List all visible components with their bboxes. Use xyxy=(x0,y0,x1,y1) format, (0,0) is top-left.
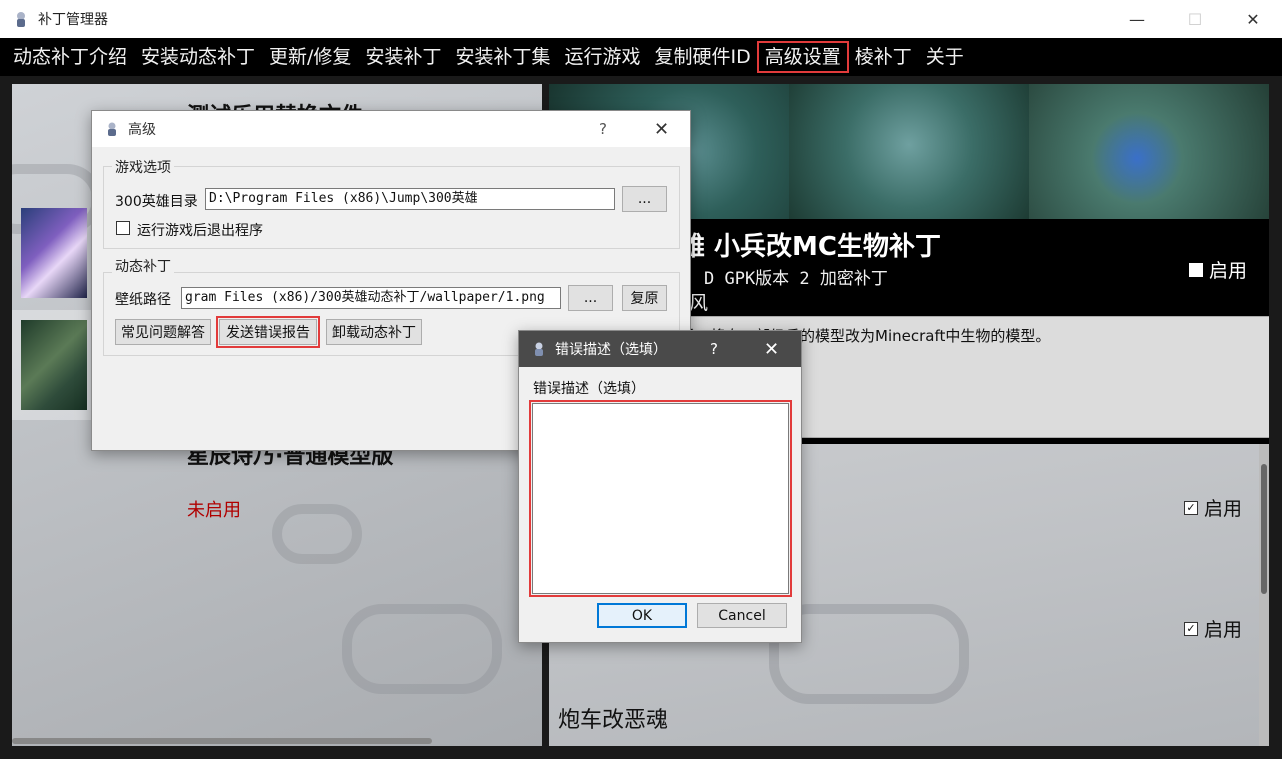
browse-wallpaper-button[interactable]: ... xyxy=(568,285,613,311)
error-description-textarea[interactable] xyxy=(529,400,792,597)
patch-detail-meta: D GPK版本 2 加密补丁 xyxy=(704,269,888,289)
game-dir-label: 300英雄目录 xyxy=(115,194,198,210)
dialog-title-bar: 错误描述（选填） ? ✕ xyxy=(519,331,801,367)
close-button[interactable]: ✕ xyxy=(764,339,779,360)
menu-copy-hwid[interactable]: 复制硬件ID xyxy=(647,42,757,72)
group-label: 游戏选项 xyxy=(112,157,174,177)
close-button[interactable]: ✕ xyxy=(1224,0,1282,38)
app-icon xyxy=(535,342,543,356)
patch-thumbnail[interactable] xyxy=(21,320,87,410)
sub-patch-enable-toggle[interactable]: ✓ 启用 xyxy=(1184,494,1242,521)
game-screenshot xyxy=(789,84,1029,219)
dialog-title: 错误描述（选填） xyxy=(555,342,667,358)
menu-about[interactable]: 关于 xyxy=(919,42,971,72)
patch-detail-title: 雄 小兵改MC生物补丁 xyxy=(679,232,942,262)
menu-bar: 动态补丁介绍 安装动态补丁 更新/修复 安装补丁 安装补丁集 运行游戏 复制硬件… xyxy=(0,38,1282,76)
send-error-report-button[interactable]: 发送错误报告 xyxy=(216,316,320,348)
menu-edge-patch[interactable]: 棱补丁 xyxy=(848,42,919,72)
sub-patch-title: 炮车改恶魂 xyxy=(558,708,669,733)
scroll-thumb[interactable] xyxy=(1261,464,1267,594)
checkbox-icon xyxy=(1189,262,1203,277)
minimize-button[interactable]: — xyxy=(1108,0,1166,38)
exit-after-launch-checkbox[interactable] xyxy=(116,221,130,235)
game-dir-input[interactable]: D:\Program Files (x86)\Jump\300英雄 xyxy=(205,188,615,210)
chain-decoration xyxy=(342,604,502,694)
dialog-title-bar: 高级 ? ✕ xyxy=(92,111,690,147)
maximize-button[interactable]: ☐ xyxy=(1166,0,1224,38)
patch-status-disabled: 未启用 xyxy=(187,500,241,521)
checkbox-checked-icon: ✓ xyxy=(1184,500,1198,515)
error-description-dialog: 错误描述（选填） ? ✕ 错误描述（选填） OK Cancel xyxy=(518,330,802,643)
close-button[interactable]: ✕ xyxy=(654,119,669,140)
horizontal-scrollbar[interactable] xyxy=(12,738,432,744)
wallpaper-path-label: 壁纸路径 xyxy=(115,292,171,308)
sub-patch-enable-toggle[interactable]: ✓ 启用 xyxy=(1184,615,1242,642)
dialog-title: 高级 xyxy=(128,122,156,138)
help-button[interactable]: ? xyxy=(710,340,718,358)
enable-toggle[interactable]: 启用 xyxy=(1189,256,1247,283)
menu-run-game[interactable]: 运行游戏 xyxy=(557,42,647,72)
faq-button[interactable]: 常见问题解答 xyxy=(115,319,211,345)
app-icon xyxy=(108,122,116,136)
chain-decoration xyxy=(272,504,362,564)
restore-button[interactable]: 复原 xyxy=(622,285,667,311)
exit-after-launch-label: 运行游戏后退出程序 xyxy=(137,223,263,239)
vertical-scrollbar[interactable] xyxy=(1259,444,1269,746)
cancel-button[interactable]: Cancel xyxy=(697,603,787,628)
game-screenshot xyxy=(1029,84,1269,219)
checkbox-checked-icon: ✓ xyxy=(1184,621,1198,636)
patch-thumbnail[interactable] xyxy=(21,208,87,298)
enable-label: 启用 xyxy=(1209,260,1248,282)
app-icon xyxy=(17,12,25,27)
window-title-bar: 补丁管理器 — ☐ ✕ xyxy=(0,0,1282,38)
enable-label: 启用 xyxy=(1204,498,1243,520)
patch-detail-author: 风 xyxy=(689,292,709,314)
enable-label: 启用 xyxy=(1204,619,1243,641)
menu-install-patch[interactable]: 安装补丁 xyxy=(358,42,448,72)
menu-install-dynamic[interactable]: 安装动态补丁 xyxy=(134,42,262,72)
window-title: 补丁管理器 xyxy=(38,12,108,28)
menu-advanced-settings[interactable]: 高级设置 xyxy=(756,41,849,73)
uninstall-dynamic-patch-button[interactable]: 卸载动态补丁 xyxy=(326,319,422,345)
browse-dir-button[interactable]: ... xyxy=(622,186,667,212)
menu-install-patchset[interactable]: 安装补丁集 xyxy=(448,42,557,72)
menu-dynamic-intro[interactable]: 动态补丁介绍 xyxy=(6,42,134,72)
ok-button[interactable]: OK xyxy=(597,603,687,628)
help-button[interactable]: ? xyxy=(599,120,607,138)
error-description-label: 错误描述（选填） xyxy=(533,381,645,397)
wallpaper-path-input[interactable]: gram Files (x86)/300英雄动态补丁/wallpaper/1.p… xyxy=(181,287,561,309)
group-label: 动态补丁 xyxy=(112,256,174,276)
menu-update-repair[interactable]: 更新/修复 xyxy=(262,42,358,72)
